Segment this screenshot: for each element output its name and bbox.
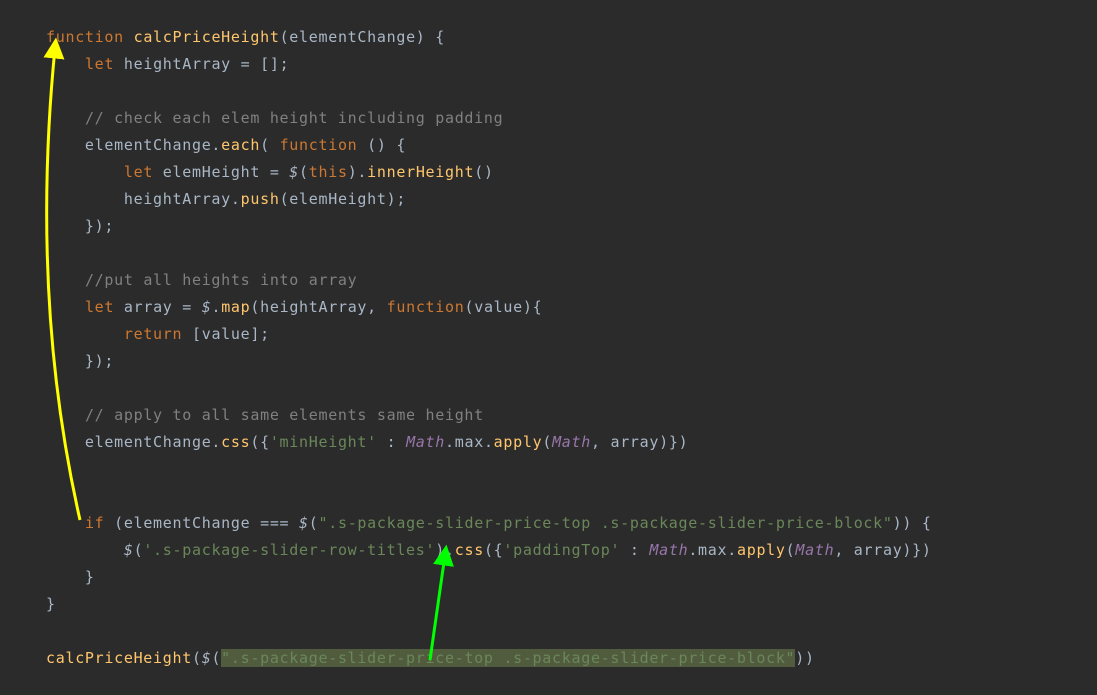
code-line: function calcPriceHeight(elementChange) …: [46, 24, 1097, 51]
code-line: [46, 240, 1097, 267]
code-line: [46, 78, 1097, 105]
code-line: //put all heights into array: [46, 267, 1097, 294]
code-line: // check each elem height including padd…: [46, 105, 1097, 132]
code-line: heightArray.push(elemHeight);: [46, 186, 1097, 213]
code-line: });: [46, 348, 1097, 375]
code-editor[interactable]: function calcPriceHeight(elementChange) …: [0, 0, 1097, 695]
code-line: // apply to all same elements same heigh…: [46, 402, 1097, 429]
code-line: let elemHeight = $(this).innerHeight(): [46, 159, 1097, 186]
code-line: calcPriceHeight($(".s-package-slider-pri…: [46, 645, 1097, 672]
keyword-function: function: [46, 28, 124, 46]
code-line: [46, 618, 1097, 645]
highlighted-string: ".s-package-slider-price-top .s-package-…: [221, 649, 795, 667]
comment: //put all heights into array: [85, 271, 357, 289]
code-line: elementChange.css({'minHeight' : Math.ma…: [46, 429, 1097, 456]
comment: // apply to all same elements same heigh…: [85, 406, 484, 424]
code-line: return [value];: [46, 321, 1097, 348]
code-line: [46, 483, 1097, 510]
code-line: [46, 375, 1097, 402]
code-line: let array = $.map(heightArray, function(…: [46, 294, 1097, 321]
code-line: if (elementChange === $(".s-package-slid…: [46, 510, 1097, 537]
function-name: calcPriceHeight: [134, 28, 280, 46]
code-line: let heightArray = [];: [46, 51, 1097, 78]
code-line: $('.s-package-slider-row-titles').css({'…: [46, 537, 1097, 564]
code-line: elementChange.each( function () {: [46, 132, 1097, 159]
code-line: }: [46, 564, 1097, 591]
code-line: }: [46, 591, 1097, 618]
code-line: });: [46, 213, 1097, 240]
comment: // check each elem height including padd…: [85, 109, 503, 127]
code-line: [46, 456, 1097, 483]
